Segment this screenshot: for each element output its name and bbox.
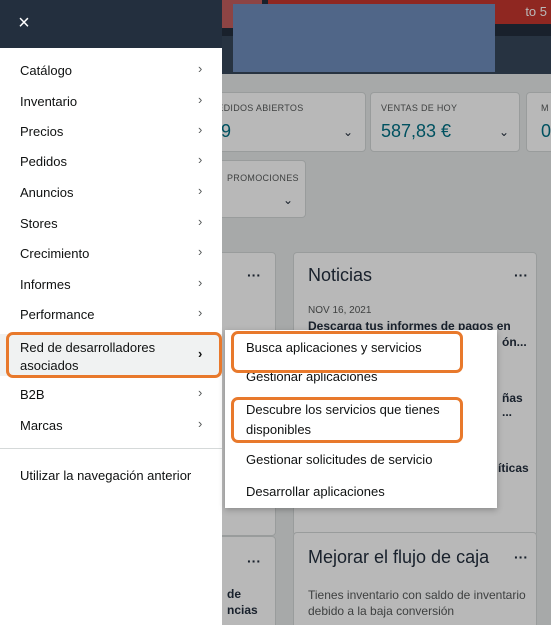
- chevron-right-icon: ›: [198, 385, 203, 400]
- nav-item-performance[interactable]: Performance ›: [0, 299, 222, 329]
- nav-item-label: Marcas: [20, 418, 63, 433]
- close-icon[interactable]: ×: [12, 11, 36, 35]
- nav-item-growth[interactable]: Crecimiento ›: [0, 238, 222, 268]
- nav-item-inventory[interactable]: Inventario ›: [0, 86, 222, 116]
- chevron-right-icon: ›: [198, 152, 203, 167]
- nav-item-pricing[interactable]: Precios ›: [0, 116, 222, 146]
- chevron-right-icon: ›: [198, 416, 203, 431]
- nav-item-label: Pedidos: [20, 154, 67, 169]
- nav-item-orders[interactable]: Pedidos ›: [0, 146, 222, 176]
- partner-network-submenu: Busca aplicaciones y servicios Gestionar…: [225, 330, 497, 508]
- chevron-right-icon: ›: [198, 61, 203, 76]
- submenu-item-label: Desarrollar aplicaciones: [246, 484, 385, 499]
- chevron-right-icon: ›: [198, 346, 203, 361]
- submenu-item-discover-services[interactable]: Descubre los servicios que tienes dispon…: [225, 398, 497, 442]
- submenu-item-label: Busca aplicaciones y servicios: [246, 340, 422, 355]
- submenu-item-find-apps[interactable]: Busca aplicaciones y servicios: [225, 330, 497, 366]
- nav-item-reports[interactable]: Informes ›: [0, 269, 222, 299]
- nav-item-label: Crecimiento: [20, 246, 90, 261]
- nav-item-label: Precios: [20, 124, 64, 139]
- chevron-right-icon: ›: [198, 92, 203, 107]
- chevron-right-icon: ›: [198, 183, 203, 198]
- nav-item-catalog[interactable]: Catálogo ›: [0, 55, 222, 85]
- nav-item-label: Informes: [20, 277, 71, 292]
- submenu-item-label: Gestionar aplicaciones: [246, 369, 378, 384]
- submenu-item-develop-apps[interactable]: Desarrollar aplicaciones: [225, 480, 497, 506]
- drawer-divider: [0, 448, 222, 449]
- drawer-header: ×: [0, 0, 222, 48]
- use-previous-navigation-link[interactable]: Utilizar la navegación anterior: [20, 468, 191, 483]
- submenu-item-label: Gestionar solicitudes de servicio: [246, 452, 433, 467]
- nav-item-stores[interactable]: Stores ›: [0, 208, 222, 238]
- nav-item-ads[interactable]: Anuncios ›: [0, 177, 222, 207]
- nav-item-label: Stores: [20, 216, 58, 231]
- nav-item-label: Performance: [20, 307, 95, 322]
- nav-item-label: B2B: [20, 387, 45, 402]
- nav-item-partner-network[interactable]: Red de desarrolladores asociados ›: [0, 334, 222, 376]
- nav-item-label: Red de desarrolladores asociados: [20, 340, 156, 373]
- nav-item-label: Anuncios: [20, 185, 74, 200]
- nav-item-label: Catálogo: [20, 63, 73, 78]
- chevron-right-icon: ›: [198, 305, 203, 320]
- modal-overlay[interactable]: [222, 0, 551, 625]
- nav-item-brands[interactable]: Marcas ›: [0, 410, 222, 440]
- chevron-right-icon: ›: [198, 214, 203, 229]
- nav-item-label: Inventario: [20, 94, 78, 109]
- chevron-right-icon: ›: [198, 275, 203, 290]
- submenu-item-label: Descubre los servicios que tienes dispon…: [246, 402, 440, 437]
- submenu-item-service-requests[interactable]: Gestionar solicitudes de servicio: [225, 450, 497, 476]
- navigation-drawer: × Catálogo › Inventario › Precios › Pedi…: [0, 0, 222, 625]
- chevron-right-icon: ›: [198, 122, 203, 137]
- nav-item-b2b[interactable]: B2B ›: [0, 379, 222, 409]
- chevron-right-icon: ›: [198, 244, 203, 259]
- submenu-item-manage-apps[interactable]: Gestionar aplicaciones: [225, 367, 497, 395]
